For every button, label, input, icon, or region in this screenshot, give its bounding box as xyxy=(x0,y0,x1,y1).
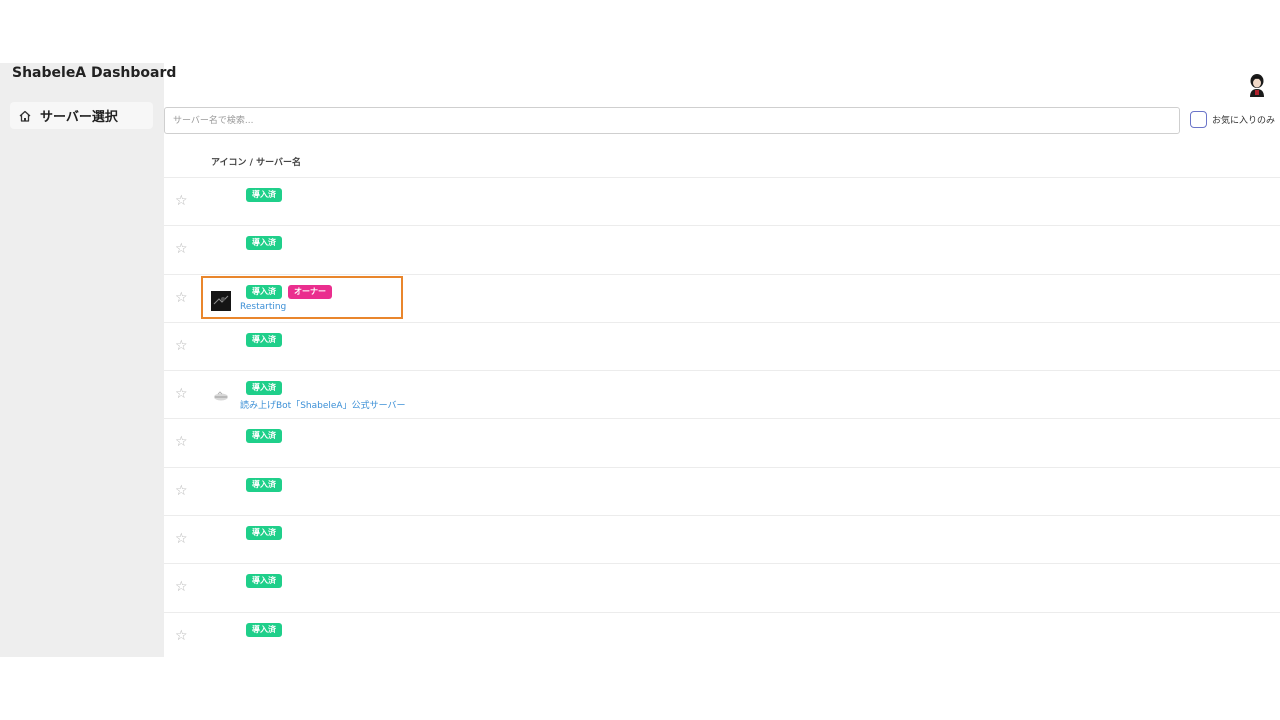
server-row[interactable]: ☆ 導入済 オーナー Restarting xyxy=(164,273,1280,322)
server-row[interactable]: ☆ 導入済 xyxy=(164,563,1280,611)
installed-badge: 導入済 xyxy=(246,188,282,202)
favorites-only-filter[interactable]: お気に入りのみ xyxy=(1190,111,1275,128)
server-row[interactable]: ☆ 導入済 xyxy=(164,611,1280,657)
star-icon[interactable]: ☆ xyxy=(175,194,188,208)
installed-badge: 導入済 xyxy=(246,284,282,299)
server-row[interactable]: ☆ 導入済 xyxy=(164,418,1280,466)
sidebar: ShabeleA Dashboard サーバー選択 xyxy=(0,63,176,657)
server-row[interactable]: ☆ 導入済 xyxy=(164,321,1280,370)
owner-badge: オーナー xyxy=(288,284,332,299)
star-icon[interactable]: ☆ xyxy=(175,291,188,305)
app-title: ShabeleA Dashboard xyxy=(12,65,177,81)
server-row[interactable]: ☆ 導入済 xyxy=(164,177,1280,225)
server-row[interactable]: ☆ 導入済 xyxy=(164,466,1280,515)
star-icon[interactable]: ☆ xyxy=(175,339,188,353)
star-icon[interactable]: ☆ xyxy=(175,242,188,256)
server-list: ☆ 導入済 ☆ 導入済 ☆ 導入済 オーナー Restarting ☆ 導入済 … xyxy=(164,177,1280,657)
server-search-input[interactable] xyxy=(164,107,1180,134)
installed-badge: 導入済 xyxy=(246,236,282,251)
star-icon[interactable]: ☆ xyxy=(175,387,188,401)
sidebar-item-label: サーバー選択 xyxy=(40,110,118,125)
star-icon[interactable]: ☆ xyxy=(175,484,188,498)
server-icon xyxy=(211,387,231,408)
server-row[interactable]: ☆ 導入済 xyxy=(164,515,1280,563)
main-content: お気に入りのみ アイコン / サーバー名 ☆ 導入済 ☆ 導入済 ☆ xyxy=(164,63,1280,657)
installed-badge: 導入済 xyxy=(246,622,282,637)
installed-badge: 導入済 xyxy=(246,477,282,492)
installed-badge: 導入済 xyxy=(246,381,282,396)
star-icon[interactable]: ☆ xyxy=(175,580,188,594)
sidebar-item-server-select[interactable]: サーバー選択 xyxy=(10,102,153,129)
user-avatar[interactable] xyxy=(1246,73,1268,97)
installed-badge: 導入済 xyxy=(246,332,282,347)
star-icon[interactable]: ☆ xyxy=(175,629,188,643)
installed-badge: 導入済 xyxy=(246,574,282,589)
installed-badge: 導入済 xyxy=(246,429,282,444)
star-icon[interactable]: ☆ xyxy=(175,435,188,449)
home-icon xyxy=(19,110,31,122)
server-row[interactable]: ☆ 導入済 読み上げBot「ShabeleA」公式サーバー xyxy=(164,370,1280,418)
server-row[interactable]: ☆ 導入済 xyxy=(164,225,1280,273)
server-name-link[interactable]: 読み上げBot「ShabeleA」公式サーバー xyxy=(240,398,406,411)
server-name-link[interactable]: Restarting xyxy=(240,302,286,312)
installed-badge: 導入済 xyxy=(246,526,282,541)
favorites-only-label: お気に入りのみ xyxy=(1212,116,1276,126)
dashboard-window: ShabeleA Dashboard サーバー選択 お気に入りのみ アイコン /… xyxy=(0,63,1280,657)
column-header-icon-server-name: アイコン / サーバー名 xyxy=(211,158,302,168)
favorites-only-checkbox[interactable] xyxy=(1190,111,1207,128)
star-icon[interactable]: ☆ xyxy=(175,532,188,546)
server-icon xyxy=(211,290,231,311)
